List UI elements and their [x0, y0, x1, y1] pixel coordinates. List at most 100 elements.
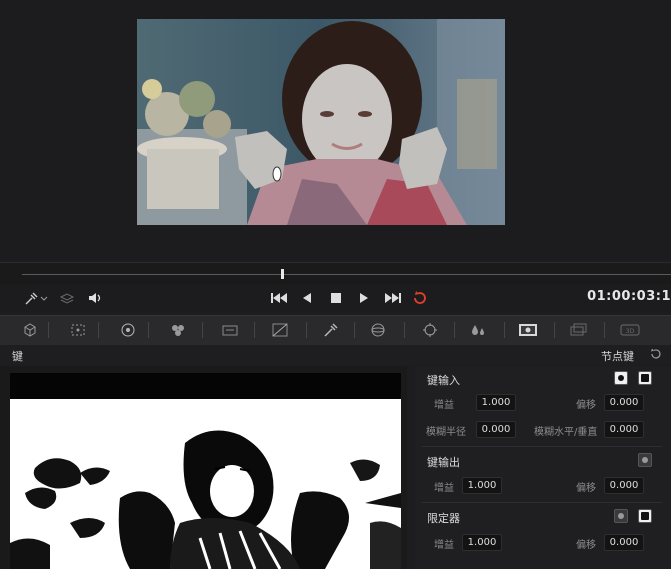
curves-tool-button[interactable] — [266, 320, 294, 340]
jump-to-end-button[interactable] — [382, 289, 404, 307]
3d-badge-icon: 3D — [620, 324, 640, 336]
section-divider — [422, 446, 662, 447]
sphere-icon — [371, 323, 385, 337]
skip-back-icon — [271, 293, 287, 303]
key-output-offset-label: 偏移 — [576, 483, 596, 494]
qualifier-invert-toggle[interactable] — [638, 509, 652, 523]
toolbar-divider — [98, 322, 99, 338]
audio-button[interactable] — [86, 289, 106, 307]
node-key-label: 节点键 — [601, 350, 634, 363]
blur-tool-button[interactable] — [464, 320, 492, 340]
toolbar-divider — [354, 322, 355, 338]
layers-button[interactable] — [58, 289, 76, 307]
dot-icon — [642, 457, 648, 463]
blur-hv-label: 模糊水平/垂直 — [534, 427, 598, 438]
timeline-scrubber[interactable] — [0, 262, 671, 285]
key-input-offset-label: 偏移 — [576, 400, 596, 411]
toolbar-divider — [254, 322, 255, 338]
toolbar-divider — [202, 322, 203, 338]
qualifier-gain-label: 增益 — [434, 540, 454, 551]
key-image-icon — [519, 324, 537, 336]
toolbar-divider — [604, 322, 605, 338]
qualifier-offset-field[interactable]: 0.000 — [604, 534, 644, 551]
blur-drop-icon — [472, 325, 484, 335]
key-parameters-panel: 键输入 增益 1.000 偏移 0.000 模糊半径 0.000 模糊水平/垂直… — [414, 366, 671, 569]
toolbar-divider — [554, 322, 555, 338]
transport-bar: 01:00:03:1 — [0, 284, 671, 312]
dot-icon — [618, 513, 624, 519]
key-output-gain-field[interactable]: 1.000 — [462, 477, 502, 494]
toolbar-divider — [404, 322, 405, 338]
key-matte-image — [10, 373, 401, 569]
key-matte-preview[interactable] — [10, 373, 401, 569]
toolbar-divider — [48, 322, 49, 338]
tracker-icon — [423, 323, 437, 337]
3d-tool-button[interactable]: 3D — [616, 320, 644, 340]
toolbar-divider — [148, 322, 149, 338]
play-icon — [360, 293, 368, 303]
timecode-display: 01:00:03:1 — [587, 289, 671, 304]
jump-to-start-button[interactable] — [268, 289, 290, 307]
toolbar-divider — [306, 322, 307, 338]
loop-icon — [414, 291, 426, 304]
key-input-invert-toggle[interactable] — [638, 371, 652, 385]
blur-hv-field[interactable]: 0.000 — [604, 421, 644, 438]
circle-target-icon — [121, 323, 135, 337]
key-input-offset-field[interactable]: 0.000 — [604, 394, 644, 411]
qualifier-gain-field[interactable]: 1.000 — [462, 534, 502, 551]
layers-icon — [570, 323, 587, 336]
layers-tool-button[interactable] — [564, 320, 592, 340]
grid-select-tool-button[interactable] — [64, 320, 92, 340]
step-back-button[interactable] — [298, 289, 316, 307]
palette-toolbar: 3D — [0, 315, 671, 346]
key-viewer — [0, 366, 407, 569]
scrub-track[interactable] — [22, 274, 671, 275]
reverse-play-icon — [303, 293, 311, 303]
qualifier-mask-toggle[interactable] — [614, 509, 628, 523]
svg-text:3D: 3D — [626, 328, 635, 335]
panel-title: 键 — [12, 350, 23, 363]
video-image — [137, 19, 505, 225]
square-icon — [641, 374, 649, 382]
square-icon — [641, 512, 649, 520]
color-dots-tool-button[interactable] — [164, 320, 192, 340]
motion-icon — [222, 325, 238, 336]
tracker-tool-button[interactable] — [416, 320, 444, 340]
toolbar-divider — [504, 322, 505, 338]
motion-tool-button[interactable] — [216, 320, 244, 340]
3d-cube-tool-button[interactable] — [16, 320, 44, 340]
stop-button[interactable] — [327, 289, 345, 307]
play-button[interactable] — [355, 289, 373, 307]
dot-icon — [618, 375, 624, 381]
stop-icon — [331, 293, 341, 303]
qualifier-offset-label: 偏移 — [576, 540, 596, 551]
reset-icon[interactable] — [649, 347, 663, 361]
blur-radius-field[interactable]: 0.000 — [476, 421, 516, 438]
circle-target-tool-button[interactable] — [114, 320, 142, 340]
stack-icon — [59, 293, 75, 304]
eyedropper-icon — [324, 323, 338, 337]
toolbar-divider — [454, 322, 455, 338]
video-frame[interactable] — [137, 19, 505, 225]
eyedropper-tool-button[interactable] — [316, 320, 344, 340]
key-input-gain-field[interactable]: 1.000 — [476, 394, 516, 411]
grid-select-icon — [71, 324, 85, 336]
key-input-mask-toggle[interactable] — [614, 371, 628, 385]
color-dots-icon — [172, 325, 184, 336]
skip-forward-icon — [385, 293, 401, 303]
key-input-gain-label: 增益 — [434, 400, 454, 411]
blur-radius-label: 模糊半径 — [426, 427, 466, 438]
loop-button[interactable] — [410, 289, 430, 307]
key-output-offset-field[interactable]: 0.000 — [604, 477, 644, 494]
qualifier-title: 限定器 — [427, 512, 460, 525]
key-output-toggle[interactable] — [638, 453, 652, 467]
key-input-title: 键输入 — [427, 374, 460, 387]
key-output-gain-label: 增益 — [434, 483, 454, 494]
picker-dropdown-button[interactable] — [22, 289, 52, 307]
key-output-title: 键输出 — [427, 456, 460, 469]
key-tool-button[interactable] — [514, 320, 542, 340]
sphere-tool-button[interactable] — [364, 320, 392, 340]
playhead[interactable] — [280, 269, 284, 279]
viewer-panel — [0, 0, 671, 262]
section-divider — [422, 502, 662, 503]
